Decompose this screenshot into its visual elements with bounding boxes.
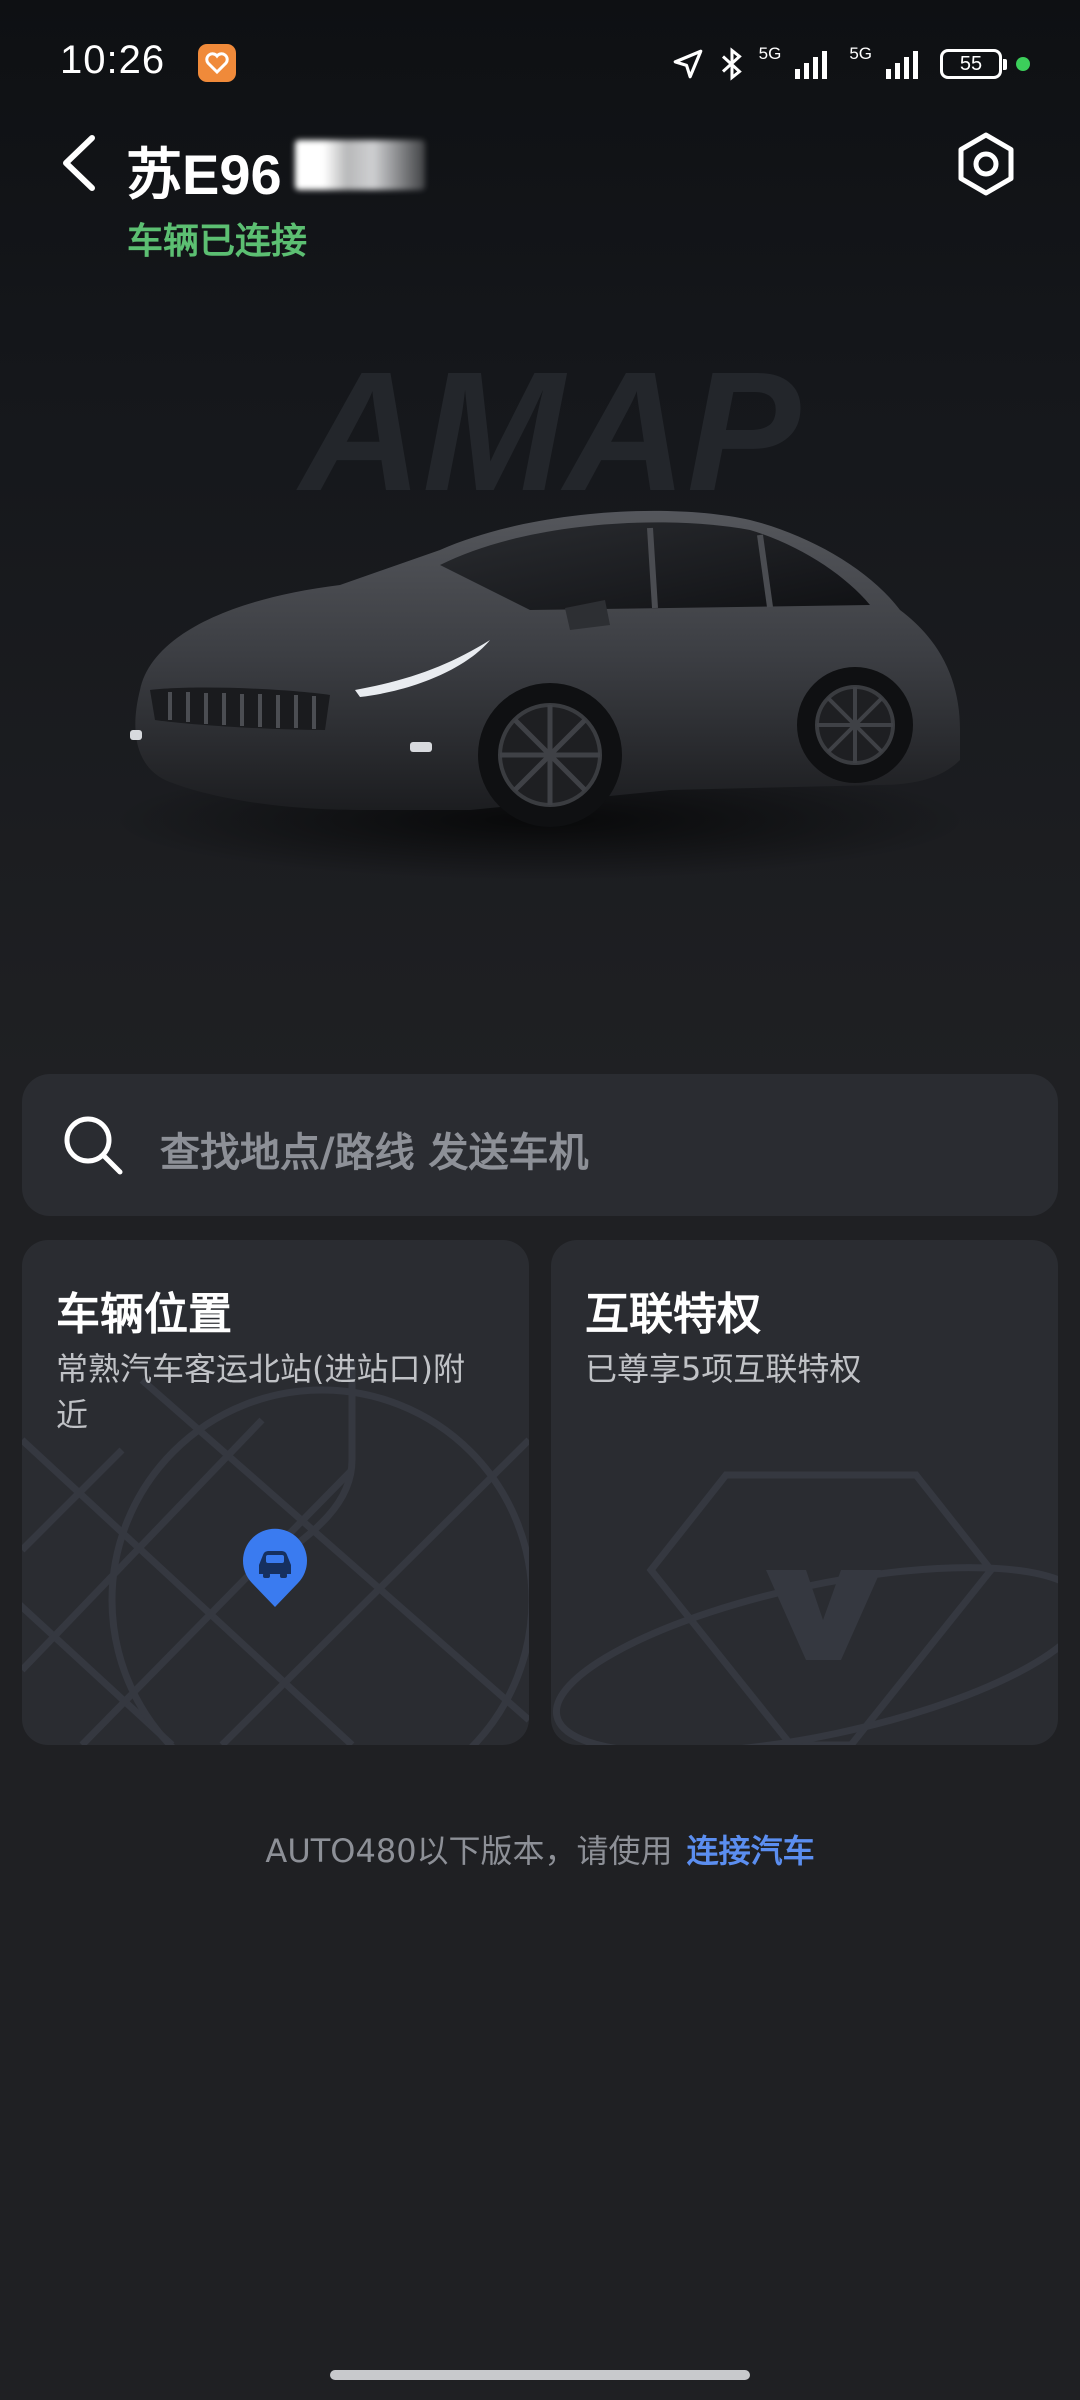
status-icons: 5G 5G 55 (671, 42, 1030, 86)
status-bar: 10:26 5G 5G 55 (0, 0, 1080, 120)
watermark-text: AMAP (296, 350, 801, 510)
chevron-left-icon (63, 135, 95, 191)
settings-button[interactable] (952, 130, 1020, 198)
home-indicator[interactable] (330, 2370, 750, 2380)
watermark-logo: AMAP (296, 350, 801, 510)
license-plate: 苏E96 (126, 143, 282, 206)
back-button[interactable] (56, 128, 106, 198)
privileges-subtitle: 已尊享5项互联特权 (585, 1350, 862, 1388)
connection-status: 车辆已连接 (127, 221, 308, 262)
charging-dot-icon (1016, 57, 1030, 71)
signal-icon (886, 51, 918, 79)
search-icon (64, 1116, 123, 1175)
car-image (110, 510, 970, 880)
vehicle-location-title: 车辆位置 (56, 1289, 232, 1340)
version-note-text: AUTO480以下版本，请使用 (265, 1832, 673, 1870)
location-arrow-icon (673, 49, 702, 79)
network-type-2: 5G (849, 44, 872, 63)
search-bar[interactable]: 查找地点/路线 发送车机 (22, 1074, 1058, 1216)
search-placeholder: 查找地点/路线 发送车机 (160, 1130, 589, 1176)
app-badge-icon (198, 44, 236, 82)
vehicle-location-card[interactable]: 车辆位置 常熟汽车客运北站(进站口)附近 (22, 1240, 529, 1745)
network-type-1: 5G (758, 44, 782, 63)
signal-icon (795, 51, 828, 79)
privileges-title: 互联特权 (585, 1289, 761, 1340)
bluetooth-icon (721, 47, 742, 81)
privileges-card[interactable]: 互联特权 已尊享5项互联特权 (551, 1240, 1058, 1745)
battery-level: 55 (959, 52, 983, 75)
battery-icon: 55 (940, 49, 1007, 79)
vehicle-location-address: 常熟汽车客运北站(进站口)附近 (56, 1350, 465, 1434)
car-location-pin-icon (243, 1528, 307, 1607)
connect-car-link[interactable]: 连接汽车 (687, 1832, 815, 1870)
plate-redaction (295, 140, 425, 190)
status-time: 10:26 (60, 38, 166, 82)
settings-icon (958, 132, 1014, 196)
version-note: AUTO480以下版本，请使用 连接汽车 (0, 1826, 1080, 1872)
